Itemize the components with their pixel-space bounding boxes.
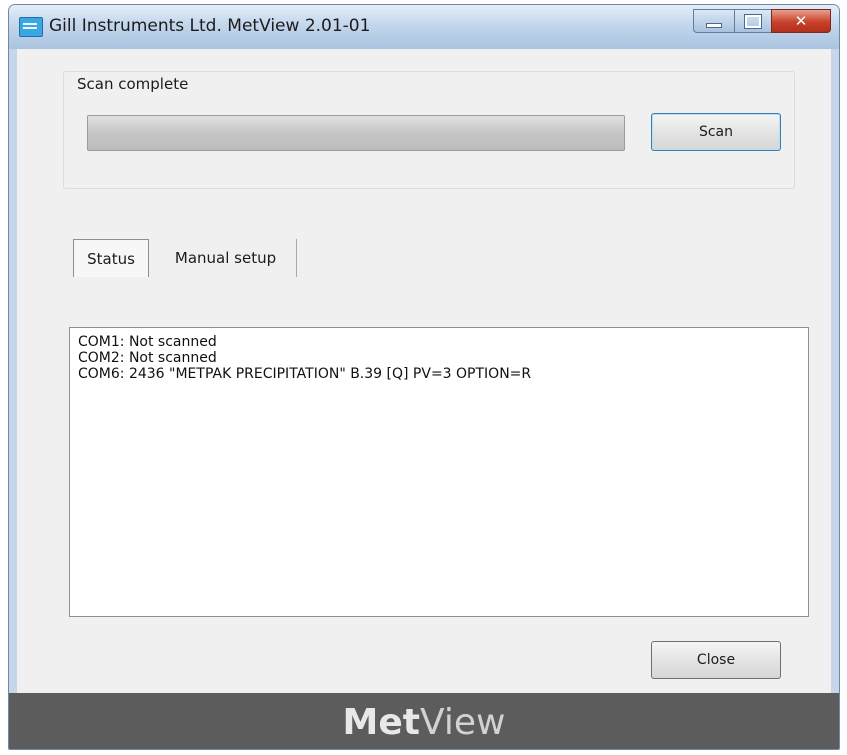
window-title: Gill Instruments Ltd. MetView 2.01-01: [49, 16, 371, 36]
maximize-icon: [744, 13, 762, 29]
minimize-button[interactable]: [693, 9, 735, 33]
window-close-button[interactable]: ✕: [771, 9, 831, 33]
progress-fill: [88, 116, 624, 150]
close-icon: ✕: [794, 12, 808, 30]
status-line: COM1: Not scanned: [78, 334, 217, 350]
tab-manual-setup[interactable]: Manual setup: [155, 239, 297, 277]
brand-light: View: [420, 701, 506, 743]
status-line: COM2: Not scanned: [78, 350, 217, 366]
app-icon[interactable]: [19, 17, 43, 37]
maximize-button[interactable]: [734, 9, 772, 33]
status-line: COM6: 2436 "METPAK PRECIPITATION" B.39 […: [78, 366, 532, 382]
tab-status[interactable]: Status: [73, 239, 149, 277]
close-button[interactable]: Close: [651, 641, 781, 679]
client-area: Scan complete Scan Status Manual setup C…: [17, 49, 831, 693]
scan-status-label: Scan complete: [75, 75, 191, 93]
minimize-icon: [706, 22, 722, 28]
title-bar[interactable]: Gill Instruments Ltd. MetView 2.01-01 ✕: [9, 5, 839, 49]
scan-button[interactable]: Scan: [651, 113, 781, 151]
brand-bold: Met: [342, 701, 420, 743]
status-text-area[interactable]: COM1: Not scanned COM2: Not scanned COM6…: [69, 327, 809, 617]
metview-footer-logo: Met View: [9, 693, 839, 749]
scan-progress-bar: [87, 115, 625, 151]
metview-window: Gill Instruments Ltd. MetView 2.01-01 ✕ …: [8, 4, 840, 750]
